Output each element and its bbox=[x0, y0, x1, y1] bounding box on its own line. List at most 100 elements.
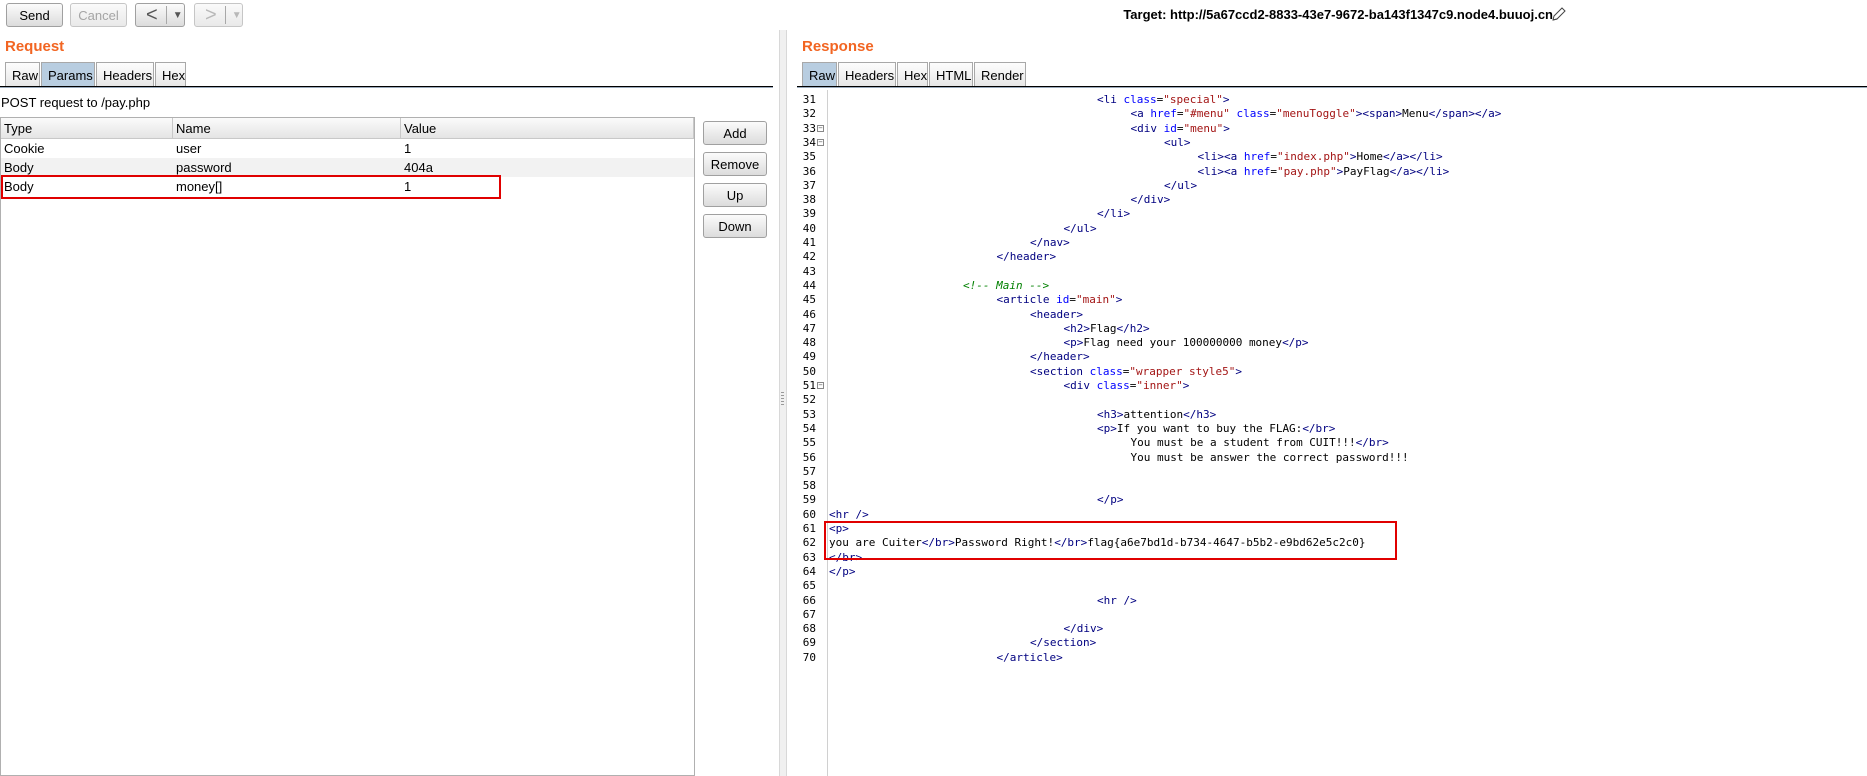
chevron-down-icon: ▼ bbox=[172, 9, 183, 21]
tab-hex[interactable]: Hex bbox=[897, 62, 928, 87]
code-text: <a href="#menu" class="menuToggle"><span… bbox=[1130, 107, 1502, 121]
code-text: </li> bbox=[1097, 207, 1131, 221]
table-row[interactable]: Body password 404a bbox=[1, 158, 694, 177]
params-table-header: Type Name Value bbox=[1, 118, 694, 139]
line-number: 59 bbox=[802, 493, 816, 507]
line-number: 32 bbox=[802, 107, 816, 121]
code-line: 57 bbox=[796, 465, 1867, 479]
line-number: 46 bbox=[802, 307, 816, 321]
code-line: 48 <p>Flag need your 100000000 money</p> bbox=[796, 336, 1867, 350]
forward-button[interactable]: > ▼ bbox=[194, 3, 243, 27]
code-text: <li><a href="index.php">Home</a></li> bbox=[1197, 150, 1443, 164]
tab-params[interactable]: Params bbox=[41, 62, 95, 87]
code-line: 32 <a href="#menu" class="menuToggle"><sp… bbox=[796, 107, 1867, 121]
line-number: 54 bbox=[802, 421, 816, 435]
code-text: </header> bbox=[1030, 350, 1090, 364]
column-header-type[interactable]: Type bbox=[1, 118, 173, 138]
response-code-view[interactable]: 31 <li class="special"> 32 <a href="#menu" … bbox=[796, 90, 1867, 776]
add-button[interactable]: Add bbox=[703, 121, 767, 145]
line-number: 65 bbox=[802, 579, 816, 593]
tab-html[interactable]: HTML bbox=[929, 62, 973, 87]
line-number: 49 bbox=[802, 350, 816, 364]
code-line: 43 bbox=[796, 265, 1867, 279]
code-line: 47 <h2>Flag</h2> bbox=[796, 322, 1867, 336]
line-number: 62 bbox=[802, 536, 816, 550]
tab-headers[interactable]: Headers bbox=[96, 62, 154, 87]
pencil-icon[interactable] bbox=[1551, 6, 1567, 22]
code-text: <ul> bbox=[1164, 135, 1191, 149]
line-number: 55 bbox=[802, 436, 816, 450]
code-line: 49 </header> bbox=[796, 350, 1867, 364]
table-row[interactable]: Cookie user 1 bbox=[1, 139, 694, 158]
code-text: <hr /> bbox=[1097, 593, 1137, 607]
panel-splitter[interactable] bbox=[779, 30, 787, 776]
column-header-value[interactable]: Value bbox=[401, 118, 694, 138]
remove-button[interactable]: Remove bbox=[703, 152, 767, 176]
line-number: 53 bbox=[802, 407, 816, 421]
tab-headers[interactable]: Headers bbox=[838, 62, 896, 87]
param-value: 1 bbox=[404, 141, 412, 156]
code-line: 52 bbox=[796, 393, 1867, 407]
line-number: 68 bbox=[802, 622, 816, 636]
code-text: <h3>attention</h3> bbox=[1097, 407, 1217, 421]
code-line: 35 <li><a href="index.php">Home</a></li> bbox=[796, 150, 1867, 164]
param-type: Body bbox=[4, 179, 34, 194]
column-header-name[interactable]: Name bbox=[173, 118, 401, 138]
code-line: 55 You must be a student from CUIT!!!</br… bbox=[796, 436, 1867, 450]
post-request-label: POST request to /pay.php bbox=[1, 95, 151, 110]
code-line: 34− <ul> bbox=[796, 136, 1867, 150]
code-text: </p> bbox=[1097, 493, 1124, 507]
code-line: 45 <article id="main"> bbox=[796, 293, 1867, 307]
down-button[interactable]: Down bbox=[703, 214, 767, 238]
code-line: 44 <!-- Main --> bbox=[796, 279, 1867, 293]
chevron-down-icon: ▼ bbox=[231, 9, 242, 21]
line-number: 35 bbox=[802, 150, 816, 164]
line-number: 69 bbox=[802, 636, 816, 650]
line-number: 31 bbox=[802, 93, 816, 106]
fold-toggle-icon[interactable]: − bbox=[817, 124, 824, 132]
fold-toggle-icon[interactable]: − bbox=[817, 382, 824, 389]
back-button[interactable]: < ▼ bbox=[135, 3, 185, 27]
tab-render[interactable]: Render bbox=[974, 62, 1026, 87]
line-number: 50 bbox=[802, 364, 816, 378]
code-line: 61 <p> bbox=[796, 522, 1867, 536]
code-text: <li><a href="pay.php">PayFlag</a></li> bbox=[1197, 164, 1450, 178]
send-button[interactable]: Send bbox=[6, 3, 63, 27]
line-number: 44 bbox=[802, 278, 816, 292]
line-number: 47 bbox=[802, 321, 816, 335]
code-text: </ul> bbox=[1063, 221, 1097, 235]
code-line: 68 </div> bbox=[796, 622, 1867, 636]
tab-hex[interactable]: Hex bbox=[155, 62, 186, 87]
code-line: 64 </p> bbox=[796, 565, 1867, 579]
line-number: 41 bbox=[802, 236, 816, 249]
code-line: 62 you are Cuiter</br>Password Right!</br… bbox=[796, 536, 1867, 550]
line-number: 43 bbox=[802, 264, 816, 278]
up-button[interactable]: Up bbox=[703, 183, 767, 207]
fold-toggle-icon[interactable]: − bbox=[817, 138, 824, 146]
code-text: </div> bbox=[1063, 622, 1104, 636]
code-text: <p>If you want to buy the FLAG:</br> bbox=[1097, 421, 1336, 435]
code-line: 50 <section class="wrapper style5"> bbox=[796, 365, 1867, 379]
code-line: 54 <p>If you want to buy the FLAG:</br> bbox=[796, 422, 1867, 436]
code-text: <div class="inner"> bbox=[1063, 379, 1190, 392]
code-line: 66 <hr /> bbox=[796, 594, 1867, 608]
code-line: 40 </ul> bbox=[796, 222, 1867, 236]
param-name: password bbox=[176, 160, 232, 175]
params-table: Type Name Value Cookie user 1 Body passw… bbox=[0, 117, 695, 776]
code-text: <article id="main"> bbox=[996, 293, 1123, 307]
code-text: </section> bbox=[1030, 636, 1097, 650]
param-value: 1 bbox=[404, 179, 412, 194]
response-title: Response bbox=[802, 38, 874, 55]
line-number: 70 bbox=[802, 650, 816, 664]
tab-raw[interactable]: Raw bbox=[5, 62, 40, 87]
forward-arrow-icon: > bbox=[205, 3, 217, 26]
code-text: <h2>Flag</h2> bbox=[1063, 321, 1150, 335]
tab-raw[interactable]: Raw bbox=[802, 62, 837, 87]
cancel-button[interactable]: Cancel bbox=[70, 3, 127, 27]
code-text: </p> bbox=[829, 564, 856, 578]
code-text: You must be a student from CUIT!!!</br> bbox=[1130, 436, 1389, 450]
line-number: 34 bbox=[802, 135, 816, 149]
code-line: 70 </article> bbox=[796, 651, 1867, 665]
code-line: 39 </li> bbox=[796, 207, 1867, 221]
table-row[interactable]: Body money[] 1 bbox=[1, 177, 694, 196]
